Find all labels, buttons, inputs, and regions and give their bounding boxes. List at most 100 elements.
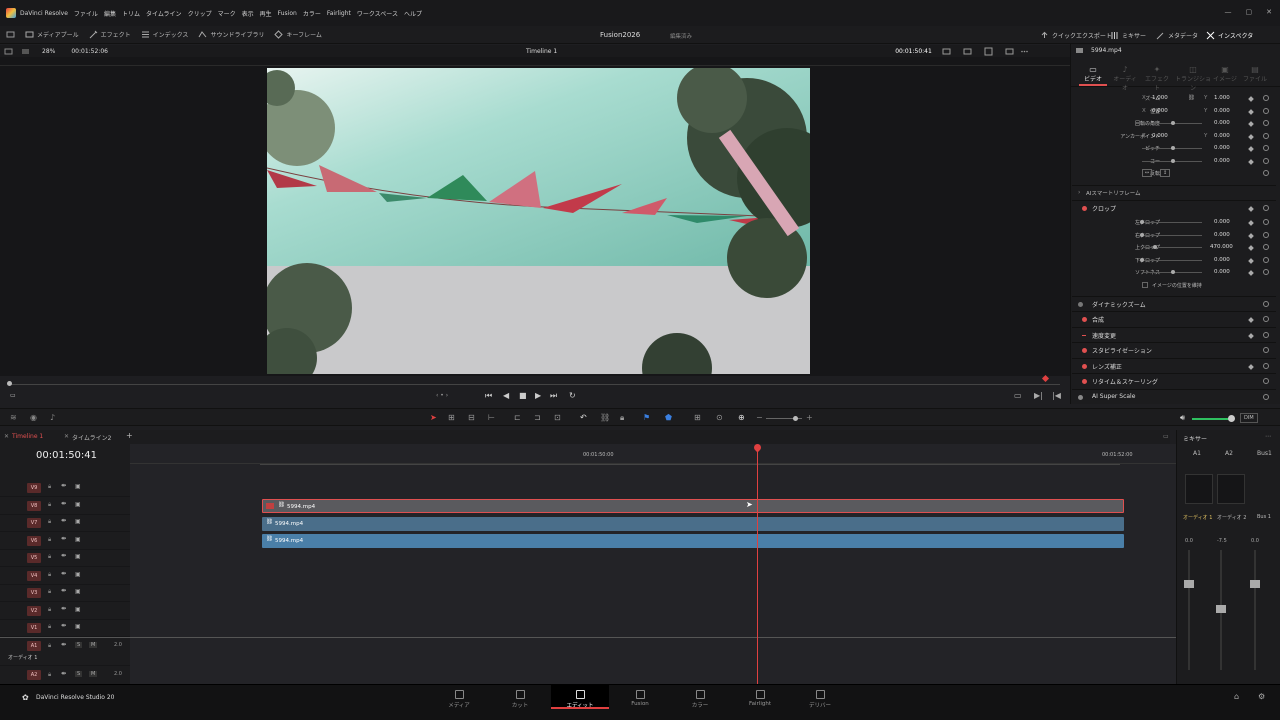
dynamic-zoom-toggle[interactable]	[1078, 302, 1083, 307]
viewer-options-icon[interactable]: ▭	[10, 392, 16, 399]
keyframe-icon[interactable]	[1248, 146, 1254, 152]
menu-trim[interactable]: トリム	[122, 9, 140, 18]
menu-timeline[interactable]: タイムライン	[146, 9, 182, 18]
zoom-x-field[interactable]: 1.000	[1152, 95, 1168, 101]
stabilization-toggle[interactable]	[1082, 348, 1087, 353]
tab-image[interactable]: ▣ イメージ	[1211, 65, 1239, 83]
link-icon[interactable]: ⛓	[1188, 95, 1195, 101]
menu-clip[interactable]: クリップ	[188, 9, 212, 18]
channel-routing-a1[interactable]	[1185, 474, 1213, 504]
speed-change-toggle[interactable]	[1082, 335, 1086, 336]
retain-position-checkbox[interactable]	[1142, 281, 1148, 288]
softness-slider[interactable]	[1171, 270, 1175, 274]
auto-select-icon[interactable]: ⇹	[61, 641, 66, 648]
page-fairlight[interactable]: Fairlight	[740, 690, 780, 707]
menu-mark[interactable]: マーク	[218, 9, 236, 18]
maximize-icon[interactable]: ▢	[1246, 8, 1253, 16]
reset-icon[interactable]	[1263, 378, 1269, 384]
reset-icon[interactable]	[1263, 219, 1269, 225]
lock-icon[interactable]: 🔒︎	[48, 623, 51, 631]
link-clips-icon[interactable]: ⛓	[600, 413, 610, 422]
next-clip-icon[interactable]: ▶|	[1034, 391, 1043, 400]
composite-section[interactable]: 合成	[1072, 311, 1276, 325]
close-icon[interactable]: ✕	[1266, 8, 1272, 16]
viewer-output-icon[interactable]	[963, 47, 972, 56]
play-reverse-icon[interactable]: ◀	[503, 391, 509, 400]
zoom-custom-icon[interactable]: ⊕	[738, 413, 745, 422]
tab-video[interactable]: ▭ ビデオ	[1079, 65, 1107, 83]
viewer-scrubber[interactable]	[0, 374, 1068, 390]
mute-button[interactable]: M	[89, 642, 98, 648]
crop-top-field[interactable]: 470.000	[1210, 244, 1233, 250]
anchor-x-field[interactable]: 0.000	[1152, 133, 1168, 139]
keyframe-icon[interactable]	[1248, 364, 1254, 370]
composite-toggle[interactable]	[1082, 317, 1087, 322]
reset-icon[interactable]	[1263, 170, 1269, 176]
track-enable-icon[interactable]: ▣	[75, 518, 81, 525]
zoom-y-field[interactable]: 1.000	[1214, 95, 1230, 101]
metadata-button[interactable]: メタデータ	[1156, 31, 1198, 40]
blade-tool-icon[interactable]: ⊢	[488, 413, 495, 422]
position-x-field[interactable]: 0.000	[1152, 108, 1168, 114]
rotation-field[interactable]: 0.000	[1214, 120, 1230, 126]
tab-audio[interactable]: ♪ オーディオ	[1111, 65, 1139, 92]
track-enable-icon[interactable]: ▣	[75, 571, 81, 578]
more-options-icon[interactable]	[1020, 47, 1029, 56]
lock-icon[interactable]: 🔒︎	[48, 571, 51, 579]
marker-icon[interactable]: ⬟	[665, 413, 672, 422]
minimize-icon[interactable]: —	[1225, 8, 1232, 16]
viewer-mode-icon[interactable]	[21, 47, 30, 56]
reset-icon[interactable]	[1263, 244, 1269, 250]
zoom-detail-icon[interactable]: ⊙	[716, 413, 723, 422]
video-frame[interactable]	[267, 68, 810, 374]
menu-view[interactable]: 表示	[242, 9, 254, 18]
keyframe-icon[interactable]	[1248, 232, 1254, 239]
auto-select-icon[interactable]: ⇹	[61, 570, 66, 577]
panel-toggle-icon[interactable]	[6, 30, 15, 39]
page-deliver[interactable]: デリバー	[800, 690, 840, 709]
settings-icon[interactable]: ⚙	[1258, 692, 1265, 701]
auto-select-icon[interactable]: ⇹	[61, 622, 66, 629]
lock-icon[interactable]: 🔒︎	[48, 536, 51, 544]
timeline-view-options-icon[interactable]: ≋	[10, 413, 17, 422]
stabilization-section[interactable]: スタビライゼーション	[1072, 342, 1276, 356]
ai-super-scale-section[interactable]: AI Super Scale	[1072, 389, 1276, 403]
dim-button[interactable]: DIM	[1240, 413, 1258, 423]
keyframe-icon[interactable]	[1248, 245, 1254, 251]
solo-button[interactable]: S	[75, 642, 83, 648]
lock-icon[interactable]: 🔒︎	[48, 553, 51, 561]
track-enable-icon[interactable]: ▣	[75, 606, 81, 613]
reset-icon[interactable]	[1263, 95, 1269, 101]
insert-clip-icon[interactable]: ⊏	[514, 413, 521, 422]
lens-correction-toggle[interactable]	[1082, 364, 1087, 369]
single-viewer-icon[interactable]	[1005, 47, 1014, 56]
track-enable-icon[interactable]: ▣	[75, 553, 81, 560]
keyframe-icon[interactable]	[1248, 96, 1254, 102]
menu-workspace[interactable]: ワークスペース	[357, 9, 398, 18]
timeline-clip-v7[interactable]: ⛓ 5994.mp4	[262, 517, 1124, 531]
flip-vertical-icon[interactable]: ↕	[1160, 169, 1170, 177]
menu-fusion[interactable]: Fusion	[278, 10, 297, 17]
home-icon[interactable]: ⌂	[1234, 692, 1239, 701]
timeline-tracks[interactable]: 00:01:50:00 00:01:52:00	[130, 444, 1176, 684]
reset-icon[interactable]	[1263, 107, 1269, 114]
crop-bottom-slider[interactable]	[1140, 257, 1144, 262]
loop-icon[interactable]: ↻	[569, 391, 576, 400]
reset-icon[interactable]	[1263, 205, 1269, 211]
fader-bus1[interactable]	[1250, 580, 1260, 588]
keyframes-button[interactable]: キーフレーム	[274, 30, 322, 39]
track-enable-icon[interactable]: ▣	[75, 623, 81, 630]
lock-icon[interactable]: 🔒︎	[620, 413, 624, 423]
skip-start-icon[interactable]: ⏮	[485, 391, 492, 401]
reset-icon[interactable]	[1263, 120, 1269, 126]
keyframe-icon[interactable]	[1248, 257, 1254, 264]
ai-smart-reframe-section[interactable]: › AIスマートリフレーム	[1072, 185, 1276, 199]
lock-icon[interactable]: 🔒︎	[48, 518, 51, 526]
prev-clip-icon[interactable]: |◀	[1052, 391, 1061, 400]
rotation-slider[interactable]	[1171, 121, 1175, 125]
reset-icon[interactable]	[1263, 301, 1269, 307]
quick-export-button[interactable]: クイックエクスポート	[1040, 31, 1112, 40]
auto-select-icon[interactable]: ⇹	[61, 500, 66, 507]
track-enable-icon[interactable]: ▣	[75, 483, 81, 490]
auto-select-icon[interactable]: ⇹	[61, 605, 66, 612]
